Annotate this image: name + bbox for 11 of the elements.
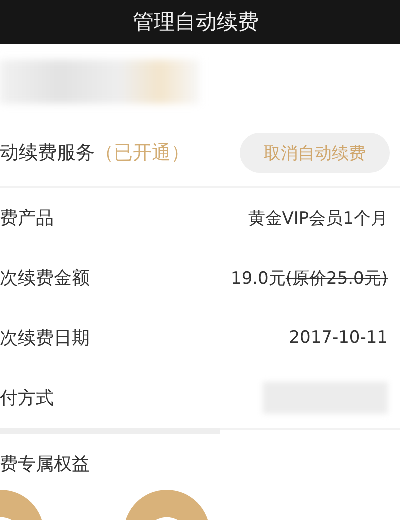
row-label: 次续费金额 (0, 267, 90, 290)
page-title: 管理自动续费 (133, 9, 259, 36)
row-value: 2017-10-11 (289, 328, 388, 348)
service-label: 动续费服务（已开通） (0, 141, 190, 166)
row-value: 19.0元(原价25.0元) (231, 268, 388, 290)
row-label: 次续费日期 (0, 327, 90, 350)
row-value: 黄金VIP会员1个月 (248, 208, 388, 230)
cancel-renewal-button[interactable]: 取消自动续费 (240, 133, 390, 173)
row-label: 付方式 (0, 387, 54, 410)
row-label: 费产品 (0, 207, 54, 230)
section-title: 费专属权益 (0, 453, 91, 477)
